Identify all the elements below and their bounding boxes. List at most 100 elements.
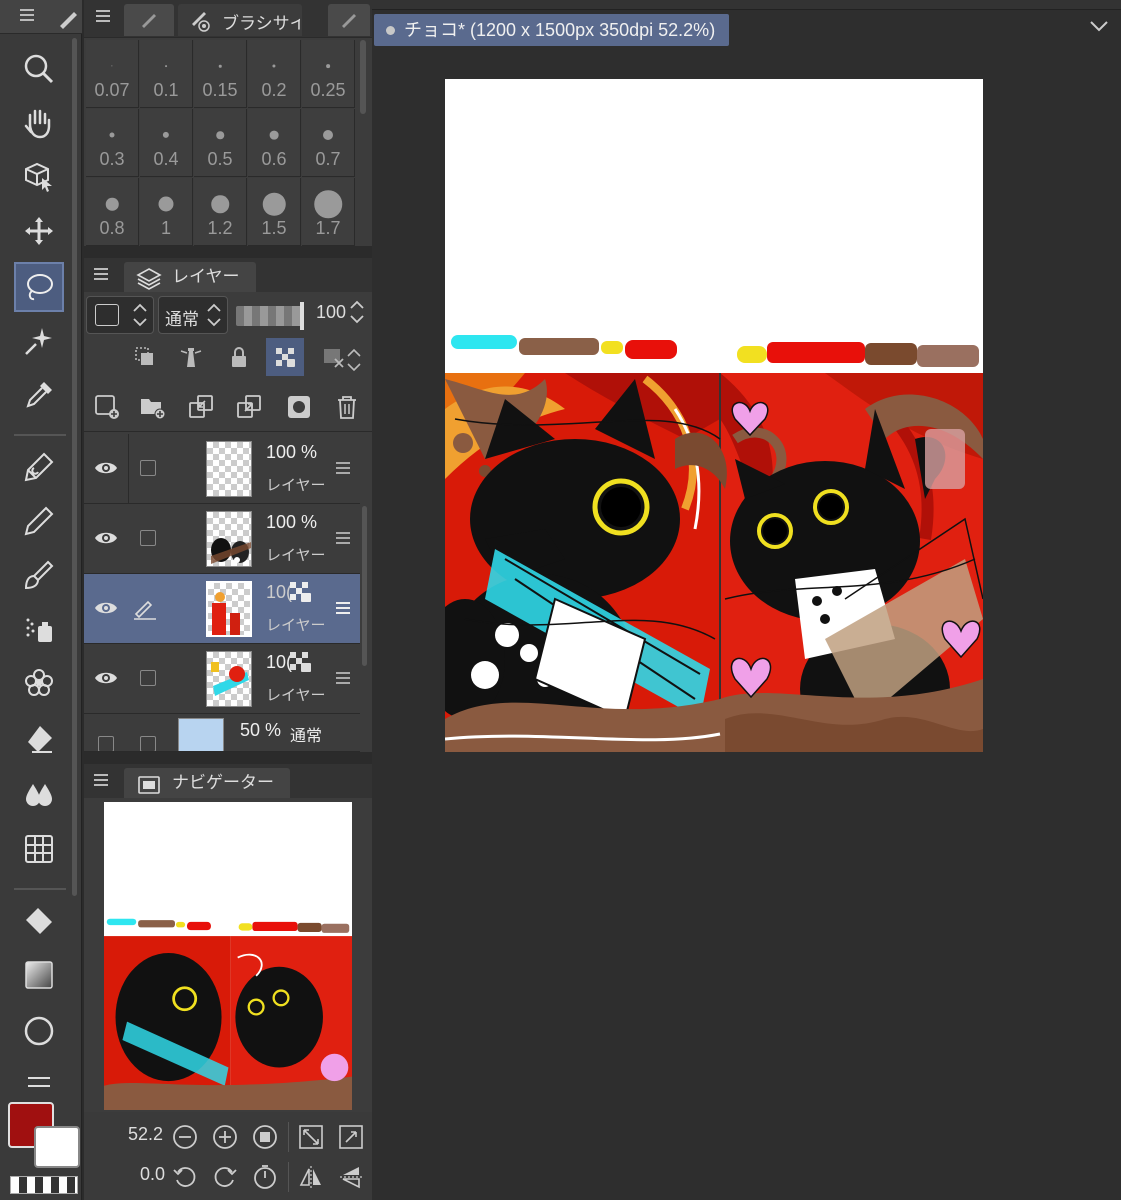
delete-layer-button[interactable] <box>328 388 366 426</box>
fill-tool[interactable] <box>14 896 64 946</box>
layer-list-scrollbar[interactable] <box>362 506 367 666</box>
drawing-canvas[interactable] <box>445 79 983 752</box>
brush-panel-scrollbar[interactable] <box>360 40 366 114</box>
reference-layer-button[interactable] <box>172 338 210 376</box>
new-folder-button[interactable] <box>134 388 172 426</box>
drag-handle-icon[interactable] <box>336 462 350 474</box>
eye-icon[interactable] <box>94 666 118 690</box>
drag-handle-icon[interactable] <box>336 602 350 614</box>
flip-vertical-icon[interactable] <box>338 1164 364 1190</box>
new-raster-layer-button[interactable] <box>88 388 126 426</box>
object-tool[interactable] <box>14 152 64 202</box>
document-tab[interactable]: チョコ* (1200 x 1500px 350dpi 52.2%) <box>374 14 730 46</box>
layer-row[interactable]: 10( レイヤー <box>84 644 360 714</box>
brush-size-cell[interactable]: 0.8 <box>86 178 139 246</box>
layer-checkbox[interactable] <box>98 736 114 751</box>
fit-to-window-icon[interactable] <box>298 1124 324 1150</box>
opacity-stepper-icon[interactable] <box>348 298 366 326</box>
brush-size-cell[interactable]: 0.2 <box>248 40 301 108</box>
pen-tool[interactable] <box>14 442 64 492</box>
toolbar-scrollbar[interactable] <box>72 38 77 896</box>
brush-size-cell[interactable]: 0.6 <box>248 109 301 177</box>
brush-size-cell[interactable]: 1.7 <box>302 178 355 246</box>
gradient-tool[interactable] <box>14 950 64 1000</box>
menu-icon[interactable] <box>20 9 34 21</box>
merge-down-button[interactable] <box>182 388 220 426</box>
fit-to-navigator-icon[interactable] <box>338 1124 364 1150</box>
layer-row[interactable]: 100 % レイヤー <box>84 504 360 574</box>
pen-tab-icon[interactable] <box>56 6 80 30</box>
brush-tab-1[interactable] <box>124 4 174 36</box>
decoration-tool[interactable] <box>14 658 64 708</box>
layer-tab[interactable]: レイヤー <box>124 262 256 292</box>
layer-color-select[interactable] <box>86 296 154 334</box>
airbrush-tool[interactable] <box>14 604 64 654</box>
pencil-tool[interactable] <box>14 496 64 546</box>
lock-layer-button[interactable] <box>220 338 258 376</box>
brush-size-cell[interactable]: 1.5 <box>248 178 301 246</box>
brush-size-cell[interactable]: 0.4 <box>140 109 193 177</box>
zoom-tool[interactable] <box>14 44 64 94</box>
brush-size-cell[interactable]: 1.2 <box>194 178 247 246</box>
chevron-down-icon[interactable] <box>1088 18 1110 34</box>
brush-size-cell[interactable]: 0.5 <box>194 109 247 177</box>
clip-below-button[interactable] <box>126 338 164 376</box>
zoom-in-icon[interactable] <box>212 1124 238 1150</box>
brush-size-cell[interactable]: 0.07 <box>86 40 139 108</box>
opacity-slider[interactable] <box>236 306 302 326</box>
navigator-tab[interactable]: ナビゲーター <box>124 768 290 798</box>
opacity-slider-handle[interactable] <box>300 302 304 330</box>
eyedropper-tool[interactable] <box>14 370 64 420</box>
eye-icon[interactable] <box>94 596 118 620</box>
brush-size-cell[interactable]: 0.1 <box>140 40 193 108</box>
eraser-tool[interactable] <box>14 714 64 764</box>
layer-row[interactable]: 100 % レイヤー <box>84 434 360 504</box>
menu-icon[interactable] <box>94 774 110 786</box>
layer-row[interactable]: 50 % 通常 <box>84 714 360 752</box>
zoom-value[interactable]: 52.2 <box>128 1124 163 1145</box>
menu-icon[interactable] <box>94 268 110 280</box>
frame-tool[interactable] <box>14 824 64 874</box>
layer-checkbox[interactable] <box>140 736 156 751</box>
layer-checkbox[interactable] <box>140 460 156 476</box>
blend-tool[interactable] <box>14 768 64 818</box>
rotation-value[interactable]: 0.0 <box>140 1164 165 1185</box>
more-chevron-icon[interactable] <box>346 346 362 374</box>
transfer-layer-button[interactable] <box>230 388 268 426</box>
brush-tool[interactable] <box>14 550 64 600</box>
brush-size-cell[interactable]: 0.25 <box>302 40 355 108</box>
lasso-tool[interactable] <box>14 262 64 312</box>
layer-checkbox[interactable] <box>140 670 156 686</box>
zoom-out-icon[interactable] <box>172 1124 198 1150</box>
layer-row-selected[interactable]: 10( レイヤー <box>84 574 360 644</box>
auto-select-tool[interactable] <box>14 316 64 366</box>
drag-handle-icon[interactable] <box>336 532 350 544</box>
brush-tab-3[interactable] <box>328 4 370 36</box>
drag-handle-icon[interactable] <box>336 672 350 684</box>
menu-icon[interactable] <box>96 10 110 22</box>
blend-mode-select[interactable]: 通常 <box>158 296 228 334</box>
brush-size-preview-dot <box>262 192 286 216</box>
opacity-value[interactable]: 100 <box>316 302 346 323</box>
brush-size-cell[interactable]: 0.7 <box>302 109 355 177</box>
layer-mask-button[interactable] <box>280 388 318 426</box>
navigator-preview[interactable] <box>104 802 352 1110</box>
brush-size-tab[interactable]: ブラシサイ <box>178 4 302 36</box>
hand-tool[interactable] <box>14 98 64 148</box>
transparent-color-swatch[interactable] <box>10 1176 78 1194</box>
figure-tool[interactable] <box>14 1006 64 1056</box>
actual-size-icon[interactable] <box>252 1124 278 1150</box>
move-tool[interactable] <box>14 206 64 256</box>
eye-icon[interactable] <box>94 456 118 480</box>
rotate-left-icon[interactable] <box>172 1164 198 1190</box>
brush-size-cell[interactable]: 1 <box>140 178 193 246</box>
layer-checkbox[interactable] <box>140 530 156 546</box>
lock-transparency-button[interactable] <box>266 338 304 376</box>
eye-icon[interactable] <box>94 526 118 550</box>
sub-color-swatch[interactable] <box>34 1126 80 1168</box>
reset-rotation-icon[interactable] <box>252 1164 278 1190</box>
rotate-right-icon[interactable] <box>212 1164 238 1190</box>
flip-horizontal-icon[interactable] <box>298 1164 324 1190</box>
brush-size-cell[interactable]: 0.15 <box>194 40 247 108</box>
brush-size-cell[interactable]: 0.3 <box>86 109 139 177</box>
